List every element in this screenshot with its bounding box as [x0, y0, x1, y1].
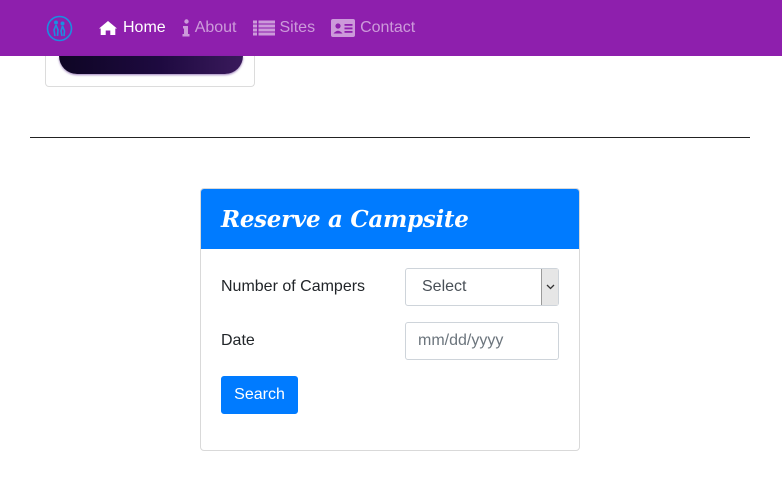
nav-item-home[interactable]: Home — [98, 19, 166, 37]
nav-item-label: Home — [123, 19, 166, 36]
card-title: Reserve a Campsite — [221, 205, 469, 233]
list-icon — [252, 20, 275, 36]
campers-label: Number of Campers — [221, 278, 366, 295]
info-icon — [182, 19, 190, 37]
nav-item-label: About — [194, 19, 237, 36]
nav-item-label: Sites — [279, 19, 316, 36]
address-card-icon — [331, 19, 356, 37]
nav-item-about[interactable]: About — [182, 19, 237, 37]
date-label: Date — [221, 332, 255, 349]
nav-links: Home About Sites Contact — [98, 0, 431, 56]
card-image — [59, 56, 243, 74]
image-card — [45, 56, 255, 87]
reserve-campsite-card: Reserve a Campsite Number of Campers Sel… — [200, 188, 580, 451]
search-button[interactable]: Search — [221, 376, 298, 414]
nav-item-contact[interactable]: Contact — [331, 19, 415, 37]
brand-logo-icon[interactable] — [46, 15, 73, 42]
card-header: Reserve a Campsite — [201, 189, 579, 249]
chevron-down-icon[interactable] — [541, 269, 558, 305]
nav-item-label: Contact — [360, 19, 416, 36]
campers-select-value: Select — [422, 278, 467, 295]
nav-item-sites[interactable]: Sites — [252, 19, 316, 37]
campers-select[interactable]: Select — [405, 268, 559, 306]
navbar: Home About Sites Contact — [0, 0, 782, 56]
divider — [30, 137, 750, 138]
date-input[interactable] — [405, 322, 559, 360]
home-icon — [99, 21, 117, 35]
